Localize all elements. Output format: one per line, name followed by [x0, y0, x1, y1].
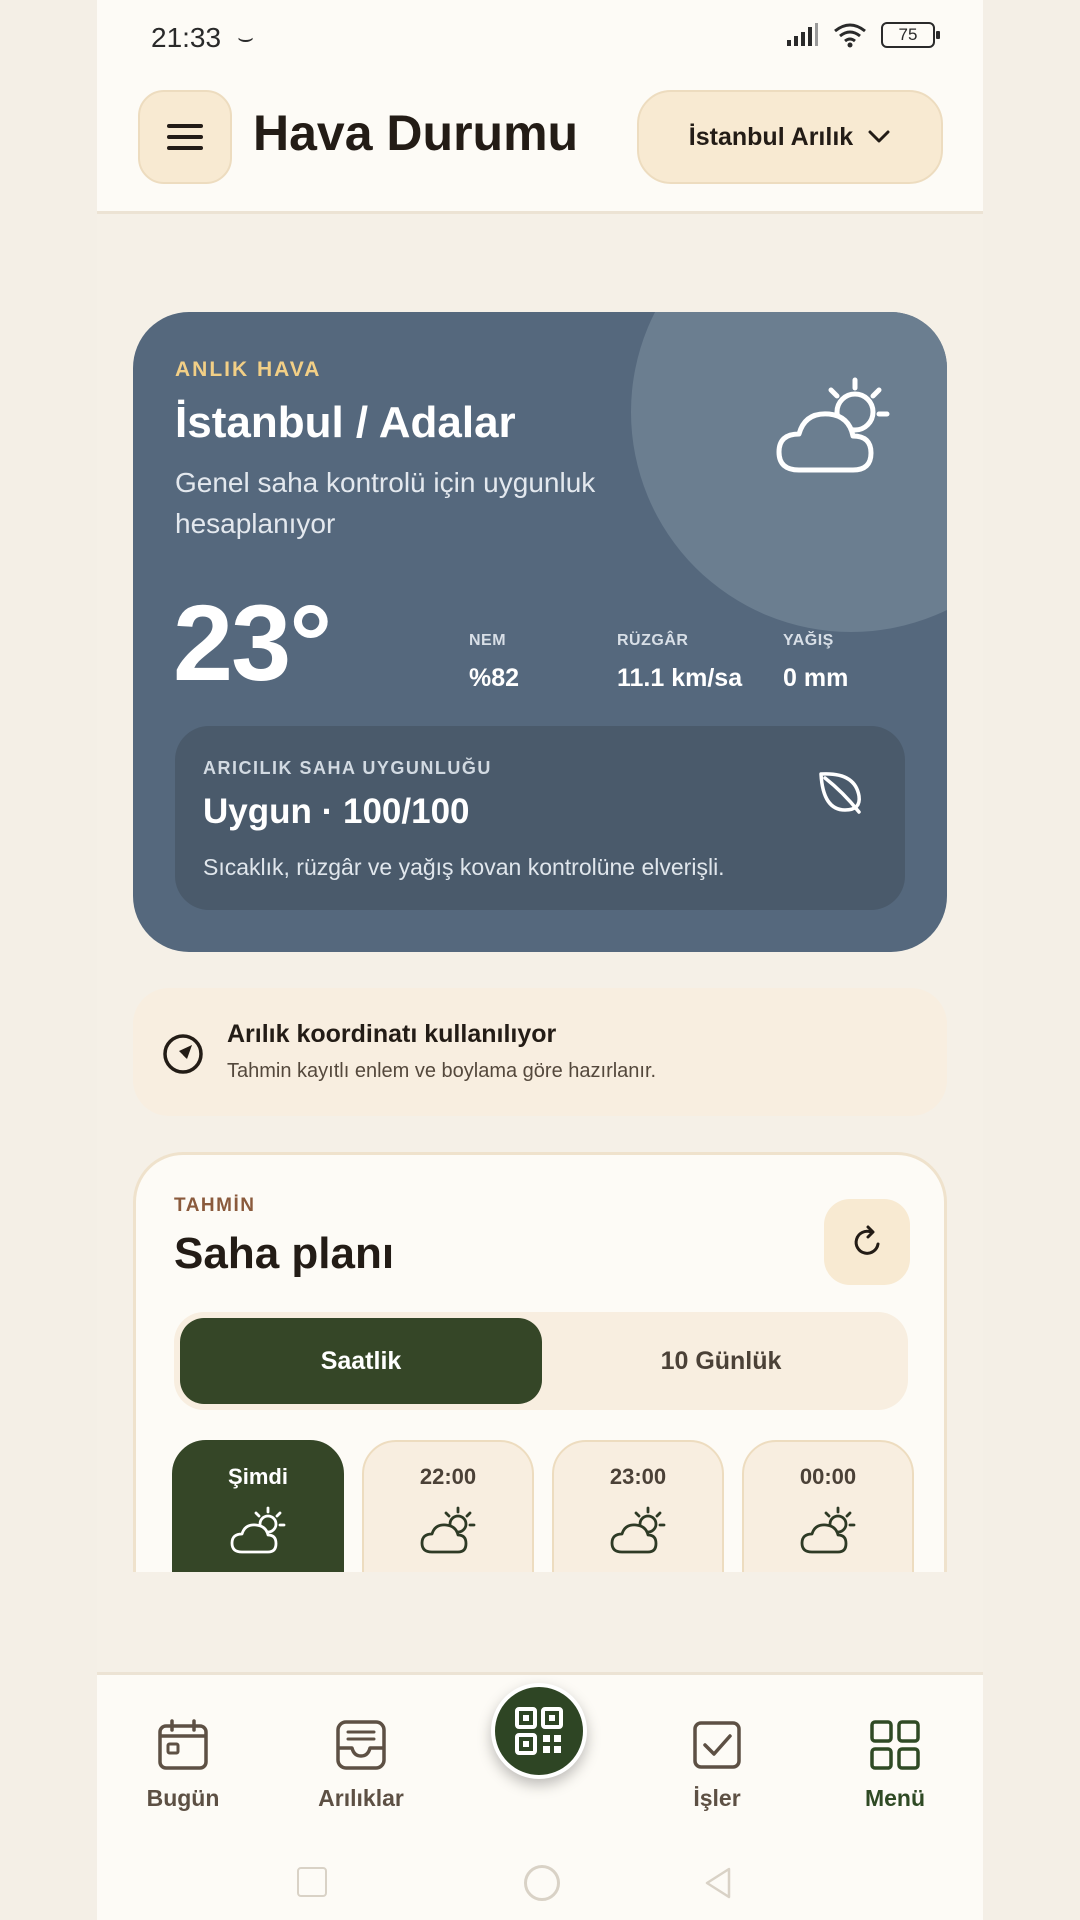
leaf-icon: [819, 772, 861, 814]
suitability-kicker: ARICILIK SAHA UYGUNLUĞU: [203, 758, 492, 778]
location-dropdown[interactable]: İstanbul Arılık: [637, 90, 943, 184]
coordinate-info-banner: Arılık koordinatı kullanılıyor Tahmin ka…: [133, 988, 947, 1116]
metric-value: %82: [469, 664, 520, 692]
wifi-icon: [834, 23, 866, 48]
system-navigation-bar: [97, 1865, 983, 1905]
nav-apiaries[interactable]: Arılıklar: [291, 1713, 431, 1812]
current-description: Genel saha kontrolü için uygunluk hesapl…: [175, 467, 596, 539]
forecast-kicker: TAHMİN: [174, 1195, 256, 1216]
nav-label: Bugün: [146, 1785, 220, 1811]
signal-icon: [787, 23, 818, 46]
forecast-tabs: Saatlik 10 Günlük: [174, 1312, 908, 1410]
nav-label: Menü: [864, 1785, 926, 1811]
chevron-down-icon: [868, 130, 890, 143]
metric-value: 0 mm: [783, 664, 849, 692]
current-temperature: 23°: [173, 582, 332, 703]
forecast-card: TAHMİN Saha planı Saatlik 10 Günlük Şimd…: [133, 1152, 947, 1572]
tab-hourly[interactable]: Saatlik: [180, 1318, 542, 1404]
metric-label: NEM: [469, 632, 507, 649]
hamburger-icon: [167, 124, 203, 150]
hour-card[interactable]: 22:00: [362, 1440, 534, 1572]
refresh-icon: [854, 1225, 880, 1255]
metric-label: YAĞIŞ: [783, 632, 834, 649]
qr-code-icon: [515, 1707, 563, 1755]
suitability-value: Uygun · 100/100: [203, 792, 470, 831]
recent-apps-button[interactable]: [297, 1867, 327, 1897]
qr-scan-button[interactable]: [491, 1683, 587, 1779]
inbox-icon: [336, 1720, 386, 1770]
checkbox-icon: [693, 1721, 741, 1769]
forecast-title: Saha planı: [174, 1229, 395, 1278]
metric-humidity: NEM %82: [469, 632, 519, 693]
status-icons: 75: [785, 22, 940, 48]
nav-label: Arılıklar: [318, 1785, 404, 1811]
metric-value: 11.1 km/sa: [617, 664, 743, 692]
current-kicker: ANLIK HAVA: [175, 358, 322, 381]
location-label: İstanbul Arılık: [688, 122, 854, 151]
current-weather-card: ANLIK HAVA İstanbul / Adalar Genel saha …: [133, 312, 947, 952]
battery-icon: 75: [881, 22, 940, 48]
calendar-icon: [158, 1719, 208, 1770]
partly-cloudy-icon: [420, 1506, 476, 1554]
app-screen: 21:33 ⌣ 75 Hava Durumu İstanbul Arılık A…: [97, 0, 983, 1920]
notification-icon: ⌣: [237, 22, 255, 52]
hour-card[interactable]: 00:00: [742, 1440, 914, 1572]
home-button[interactable]: [524, 1865, 560, 1901]
hour-label: 22:00: [419, 1464, 477, 1489]
app-header: Hava Durumu İstanbul Arılık: [97, 78, 983, 214]
menu-button[interactable]: [138, 90, 232, 184]
navigation-icon: [163, 1034, 203, 1074]
hour-label: 00:00: [799, 1464, 857, 1489]
back-icon[interactable]: [703, 1865, 733, 1901]
nav-tasks[interactable]: İşler: [647, 1713, 787, 1812]
partly-cloudy-icon: [610, 1506, 666, 1554]
hour-card[interactable]: Şimdi: [172, 1440, 344, 1572]
metric-precipitation: YAĞIŞ 0 mm: [783, 632, 848, 693]
partly-cloudy-icon: [800, 1506, 856, 1554]
metric-wind: RÜZGÂR 11.1 km/sa: [617, 632, 742, 693]
hour-label: 23:00: [609, 1464, 667, 1489]
current-city: İstanbul / Adalar: [175, 398, 516, 447]
partly-cloudy-icon: [230, 1506, 286, 1554]
metric-label: RÜZGÂR: [617, 632, 689, 649]
status-bar: 21:33 ⌣ 75: [97, 0, 983, 78]
coordinate-subtitle: Tahmin kayıtlı enlem ve boylama göre haz…: [227, 1060, 657, 1082]
tab-10-day[interactable]: 10 Günlük: [540, 1318, 902, 1404]
suitability-description: Sıcaklık, rüzgâr ve yağış kovan kontrolü…: [203, 854, 725, 880]
suitability-panel: ARICILIK SAHA UYGUNLUĞU Uygun · 100/100 …: [175, 726, 905, 910]
hour-card[interactable]: 23:00: [552, 1440, 724, 1572]
nav-today[interactable]: Bugün: [113, 1713, 253, 1812]
refresh-button[interactable]: [824, 1199, 910, 1285]
hour-label: Şimdi: [228, 1464, 288, 1489]
bottom-navigation: Bugün Arılıklar İşler Menü: [97, 1672, 983, 1920]
page-title: Hava Durumu: [253, 105, 579, 161]
coordinate-title: Arılık koordinatı kullanılıyor: [227, 1020, 557, 1048]
nav-menu[interactable]: Menü: [825, 1713, 965, 1812]
status-time: 21:33: [151, 22, 222, 53]
nav-label: İşler: [693, 1785, 741, 1811]
grid-icon: [870, 1720, 920, 1770]
partly-cloudy-icon: [776, 377, 890, 473]
hourly-forecast-list: Şimdi 22:00 23:00 00:00: [172, 1440, 932, 1572]
